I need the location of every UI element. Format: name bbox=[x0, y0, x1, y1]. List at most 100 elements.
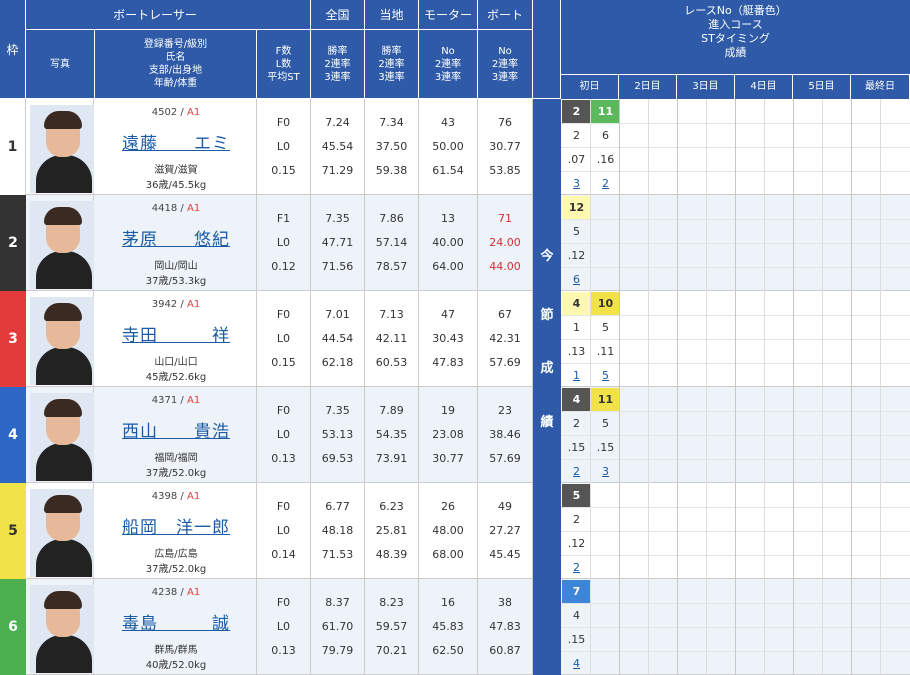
racer-row: 3 3942 / A1 寺田 祥 山口/山口 45歳/52.6kg F0 L0 0.… bbox=[0, 291, 533, 387]
fl-stats: F0 L0 0.14 bbox=[257, 483, 311, 579]
st-timing: .15 bbox=[567, 441, 586, 454]
motor-stats: 26 48.00 68.00 bbox=[419, 483, 478, 579]
st-timing: .15 bbox=[596, 441, 615, 454]
racer-branch: 滋賀/滋賀 bbox=[154, 165, 198, 176]
racer-info: 4398 / A1 船岡 洋一郎 広島/広島 37歳/52.0kg bbox=[95, 483, 257, 579]
rank-link[interactable]: 4 bbox=[562, 652, 591, 675]
racer-age-weight: 36歳/45.5kg bbox=[145, 180, 207, 191]
rank-link[interactable]: 3 bbox=[562, 172, 591, 195]
day-4: 4日目 bbox=[735, 75, 793, 99]
rank-link[interactable]: 5 bbox=[591, 364, 620, 387]
course-number: 4 bbox=[573, 609, 580, 622]
touchi-stats: 7.13 42.11 60.53 bbox=[365, 291, 419, 387]
racer-branch: 群馬/群馬 bbox=[154, 645, 198, 656]
grid-line bbox=[590, 99, 591, 675]
reg-number: 4371 bbox=[151, 395, 178, 406]
st-timing: .15 bbox=[567, 633, 586, 646]
rank-link[interactable]: 6 bbox=[562, 268, 591, 291]
st-timing: .12 bbox=[567, 249, 586, 262]
touchi-stats: 7.86 57.14 78.57 bbox=[365, 195, 419, 291]
day-final: 最終日 bbox=[851, 75, 910, 99]
course-number: 5 bbox=[602, 417, 609, 430]
racer-class: A1 bbox=[186, 203, 201, 214]
grid-line bbox=[822, 99, 823, 675]
course-number: 2 bbox=[573, 513, 580, 526]
touchi-stats: 8.23 59.57 70.21 bbox=[365, 579, 419, 675]
racer-name-link[interactable]: 遠藤 エミ bbox=[95, 129, 257, 154]
racer-photo bbox=[26, 99, 94, 195]
boat-stats: 38 47.83 60.87 bbox=[478, 579, 533, 675]
zenkoku-stats: 7.35 47.71 71.56 bbox=[311, 195, 365, 291]
header-motor: モーター bbox=[419, 0, 478, 30]
header-info: 登録番号/級別 氏名 支部/出身地 年齢/体重 bbox=[95, 30, 257, 99]
racer-class: A1 bbox=[186, 107, 201, 118]
racer-row: 6 4238 / A1 毒島 誠 群馬/群馬 40歳/52.0kg F0 L0 0.… bbox=[0, 579, 533, 675]
race-number: 4 bbox=[562, 388, 591, 411]
race-number: 7 bbox=[562, 580, 591, 603]
st-timing: .11 bbox=[596, 345, 615, 358]
waku-number: 3 bbox=[0, 291, 26, 387]
course-number: 6 bbox=[602, 129, 609, 142]
zenkoku-stats: 7.24 45.54 71.29 bbox=[311, 99, 365, 195]
st-timing: .16 bbox=[596, 153, 615, 166]
racer-branch: 山口/山口 bbox=[154, 357, 198, 368]
racer-info: 3942 / A1 寺田 祥 山口/山口 45歳/52.6kg bbox=[95, 291, 257, 387]
course-number: 1 bbox=[573, 321, 580, 334]
boat-stats: 23 38.46 57.69 bbox=[478, 387, 533, 483]
motor-stats: 19 23.08 30.77 bbox=[419, 387, 478, 483]
zenkoku-stats: 7.35 53.13 69.53 bbox=[311, 387, 365, 483]
racer-name-link[interactable]: 西山 貴浩 bbox=[95, 417, 257, 442]
fl-stats: F0 L0 0.13 bbox=[257, 387, 311, 483]
racer-age-weight: 37歳/53.3kg bbox=[145, 276, 207, 287]
header-results: レースNo（艇番色） 進入コース STタイミング 成績 bbox=[561, 0, 910, 75]
motor-stats: 16 45.83 62.50 bbox=[419, 579, 478, 675]
racer-row: 1 4502 / A1 遠藤 エミ 滋賀/滋賀 36歳/45.5kg F0 L0 0… bbox=[0, 99, 533, 195]
reg-number: 4418 bbox=[151, 203, 178, 214]
header-waku: 枠 bbox=[0, 0, 26, 99]
race-number: 10 bbox=[591, 292, 620, 315]
racer-photo bbox=[26, 579, 94, 675]
konsetsu-label: 今 節 成 績 bbox=[533, 99, 561, 675]
racer-name-link[interactable]: 船岡 洋一郎 bbox=[95, 513, 257, 538]
header-zenkoku-rates: 勝率 2連率 3連率 bbox=[311, 30, 365, 99]
rank-link[interactable]: 3 bbox=[591, 460, 620, 483]
zenkoku-stats: 6.77 48.18 71.53 bbox=[311, 483, 365, 579]
st-timing: .13 bbox=[567, 345, 586, 358]
day-1: 初日 bbox=[561, 75, 619, 99]
reg-number: 4398 bbox=[151, 491, 178, 502]
reg-number: 3942 bbox=[151, 299, 178, 310]
header-boat-rates: No 2連率 3連率 bbox=[478, 30, 533, 99]
racer-branch: 岡山/岡山 bbox=[154, 261, 198, 272]
racer-name-link[interactable]: 茅原 悠紀 bbox=[95, 225, 257, 250]
racer-class: A1 bbox=[186, 395, 201, 406]
grid-line bbox=[880, 99, 881, 675]
racer-class: A1 bbox=[186, 491, 201, 502]
racer-row: 4 4371 / A1 西山 貴浩 福岡/福岡 37歳/52.0kg F0 L0 0… bbox=[0, 387, 533, 483]
racer-row: 5 4398 / A1 船岡 洋一郎 広島/広島 37歳/52.0kg F0 L0… bbox=[0, 483, 533, 579]
grid-line bbox=[764, 99, 765, 675]
day-5: 5日目 bbox=[793, 75, 851, 99]
race-number: 11 bbox=[591, 388, 620, 411]
waku-number: 2 bbox=[0, 195, 26, 291]
header-photo: 写真 bbox=[26, 30, 95, 99]
rank-link[interactable]: 2 bbox=[562, 460, 591, 483]
race-number: 12 bbox=[562, 196, 591, 219]
racer-age-weight: 40歳/52.0kg bbox=[145, 660, 207, 671]
day-2: 2日目 bbox=[619, 75, 677, 99]
day-3: 3日目 bbox=[677, 75, 735, 99]
fl-stats: F0 L0 0.15 bbox=[257, 291, 311, 387]
rank-link[interactable]: 1 bbox=[562, 364, 591, 387]
header-zenkoku: 全国 bbox=[311, 0, 365, 30]
fl-stats: F0 L0 0.13 bbox=[257, 579, 311, 675]
racer-name-link[interactable]: 寺田 祥 bbox=[95, 321, 257, 346]
racer-name-link[interactable]: 毒島 誠 bbox=[95, 609, 257, 634]
waku-number: 5 bbox=[0, 483, 26, 579]
grid-line bbox=[677, 99, 678, 675]
course-number: 5 bbox=[602, 321, 609, 334]
racer-branch: 広島/広島 bbox=[154, 549, 198, 560]
racer-info: 4502 / A1 遠藤 エミ 滋賀/滋賀 36歳/45.5kg bbox=[95, 99, 257, 195]
st-timing: .12 bbox=[567, 537, 586, 550]
rank-link[interactable]: 2 bbox=[562, 556, 591, 579]
fl-stats: F1 L0 0.12 bbox=[257, 195, 311, 291]
rank-link[interactable]: 2 bbox=[591, 172, 620, 195]
